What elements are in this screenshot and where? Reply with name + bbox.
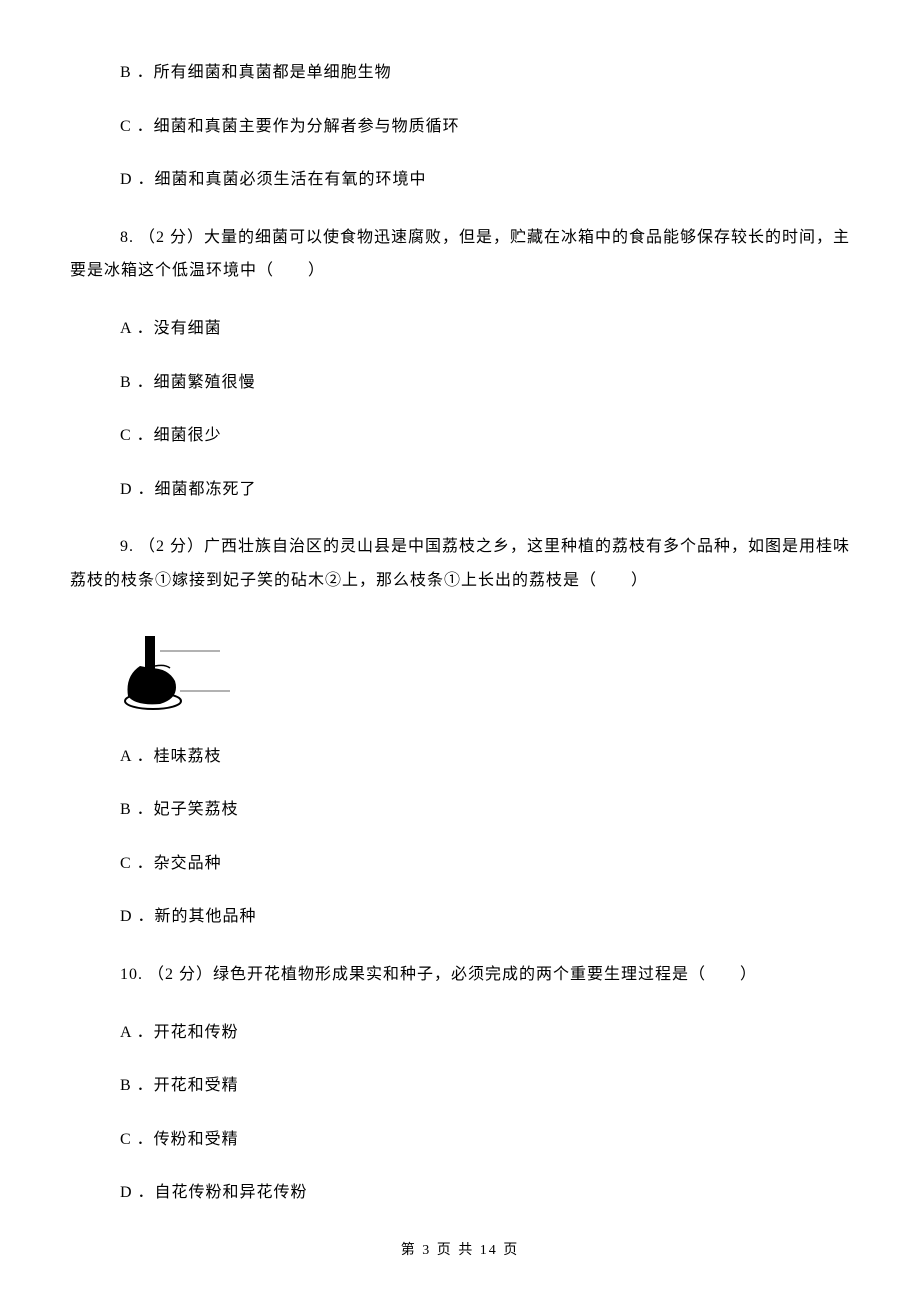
q7-option-d: D ．细菌和真菌必须生活在有氧的环境中: [70, 167, 850, 193]
q7-option-b: B ．所有细菌和真菌都是单细胞生物: [70, 60, 850, 86]
q9-stem: 9. （2 分）广西壮族自治区的灵山县是中国荔枝之乡，这里种植的荔枝有多个品种，…: [70, 530, 850, 597]
q8-option-d: D ．细菌都冻死了: [70, 477, 850, 503]
q10-option-c: C ．传粉和受精: [70, 1127, 850, 1153]
q7-option-c: C ．细菌和真菌主要作为分解者参与物质循环: [70, 114, 850, 140]
q9-option-c: C ．杂交品种: [70, 851, 850, 877]
q10-stem: 10. （2 分）绿色开花植物形成果实和种子，必须完成的两个重要生理过程是（ ）: [70, 958, 850, 992]
q8-option-c: C ．细菌很少: [70, 423, 850, 449]
q10-option-b: B ．开花和受精: [70, 1073, 850, 1099]
q8-stem: 8. （2 分）大量的细菌可以使食物迅速腐败，但是，贮藏在冰箱中的食品能够保存较…: [70, 221, 850, 288]
q8-option-b: B ．细菌繁殖很慢: [70, 370, 850, 396]
q10-option-a: A ．开花和传粉: [70, 1020, 850, 1046]
q9-option-b: B ．妃子笑荔枝: [70, 797, 850, 823]
q9-option-a: A ．桂味荔枝: [70, 744, 850, 770]
page-footer: 第 3 页 共 14 页: [0, 1240, 920, 1262]
q8-option-a: A ．没有细菌: [70, 316, 850, 342]
q9-grafting-figure: [120, 626, 250, 716]
q10-option-d: D ．自花传粉和异花传粉: [70, 1180, 850, 1206]
grafting-diagram-icon: [120, 626, 250, 716]
q9-option-d: D ．新的其他品种: [70, 904, 850, 930]
